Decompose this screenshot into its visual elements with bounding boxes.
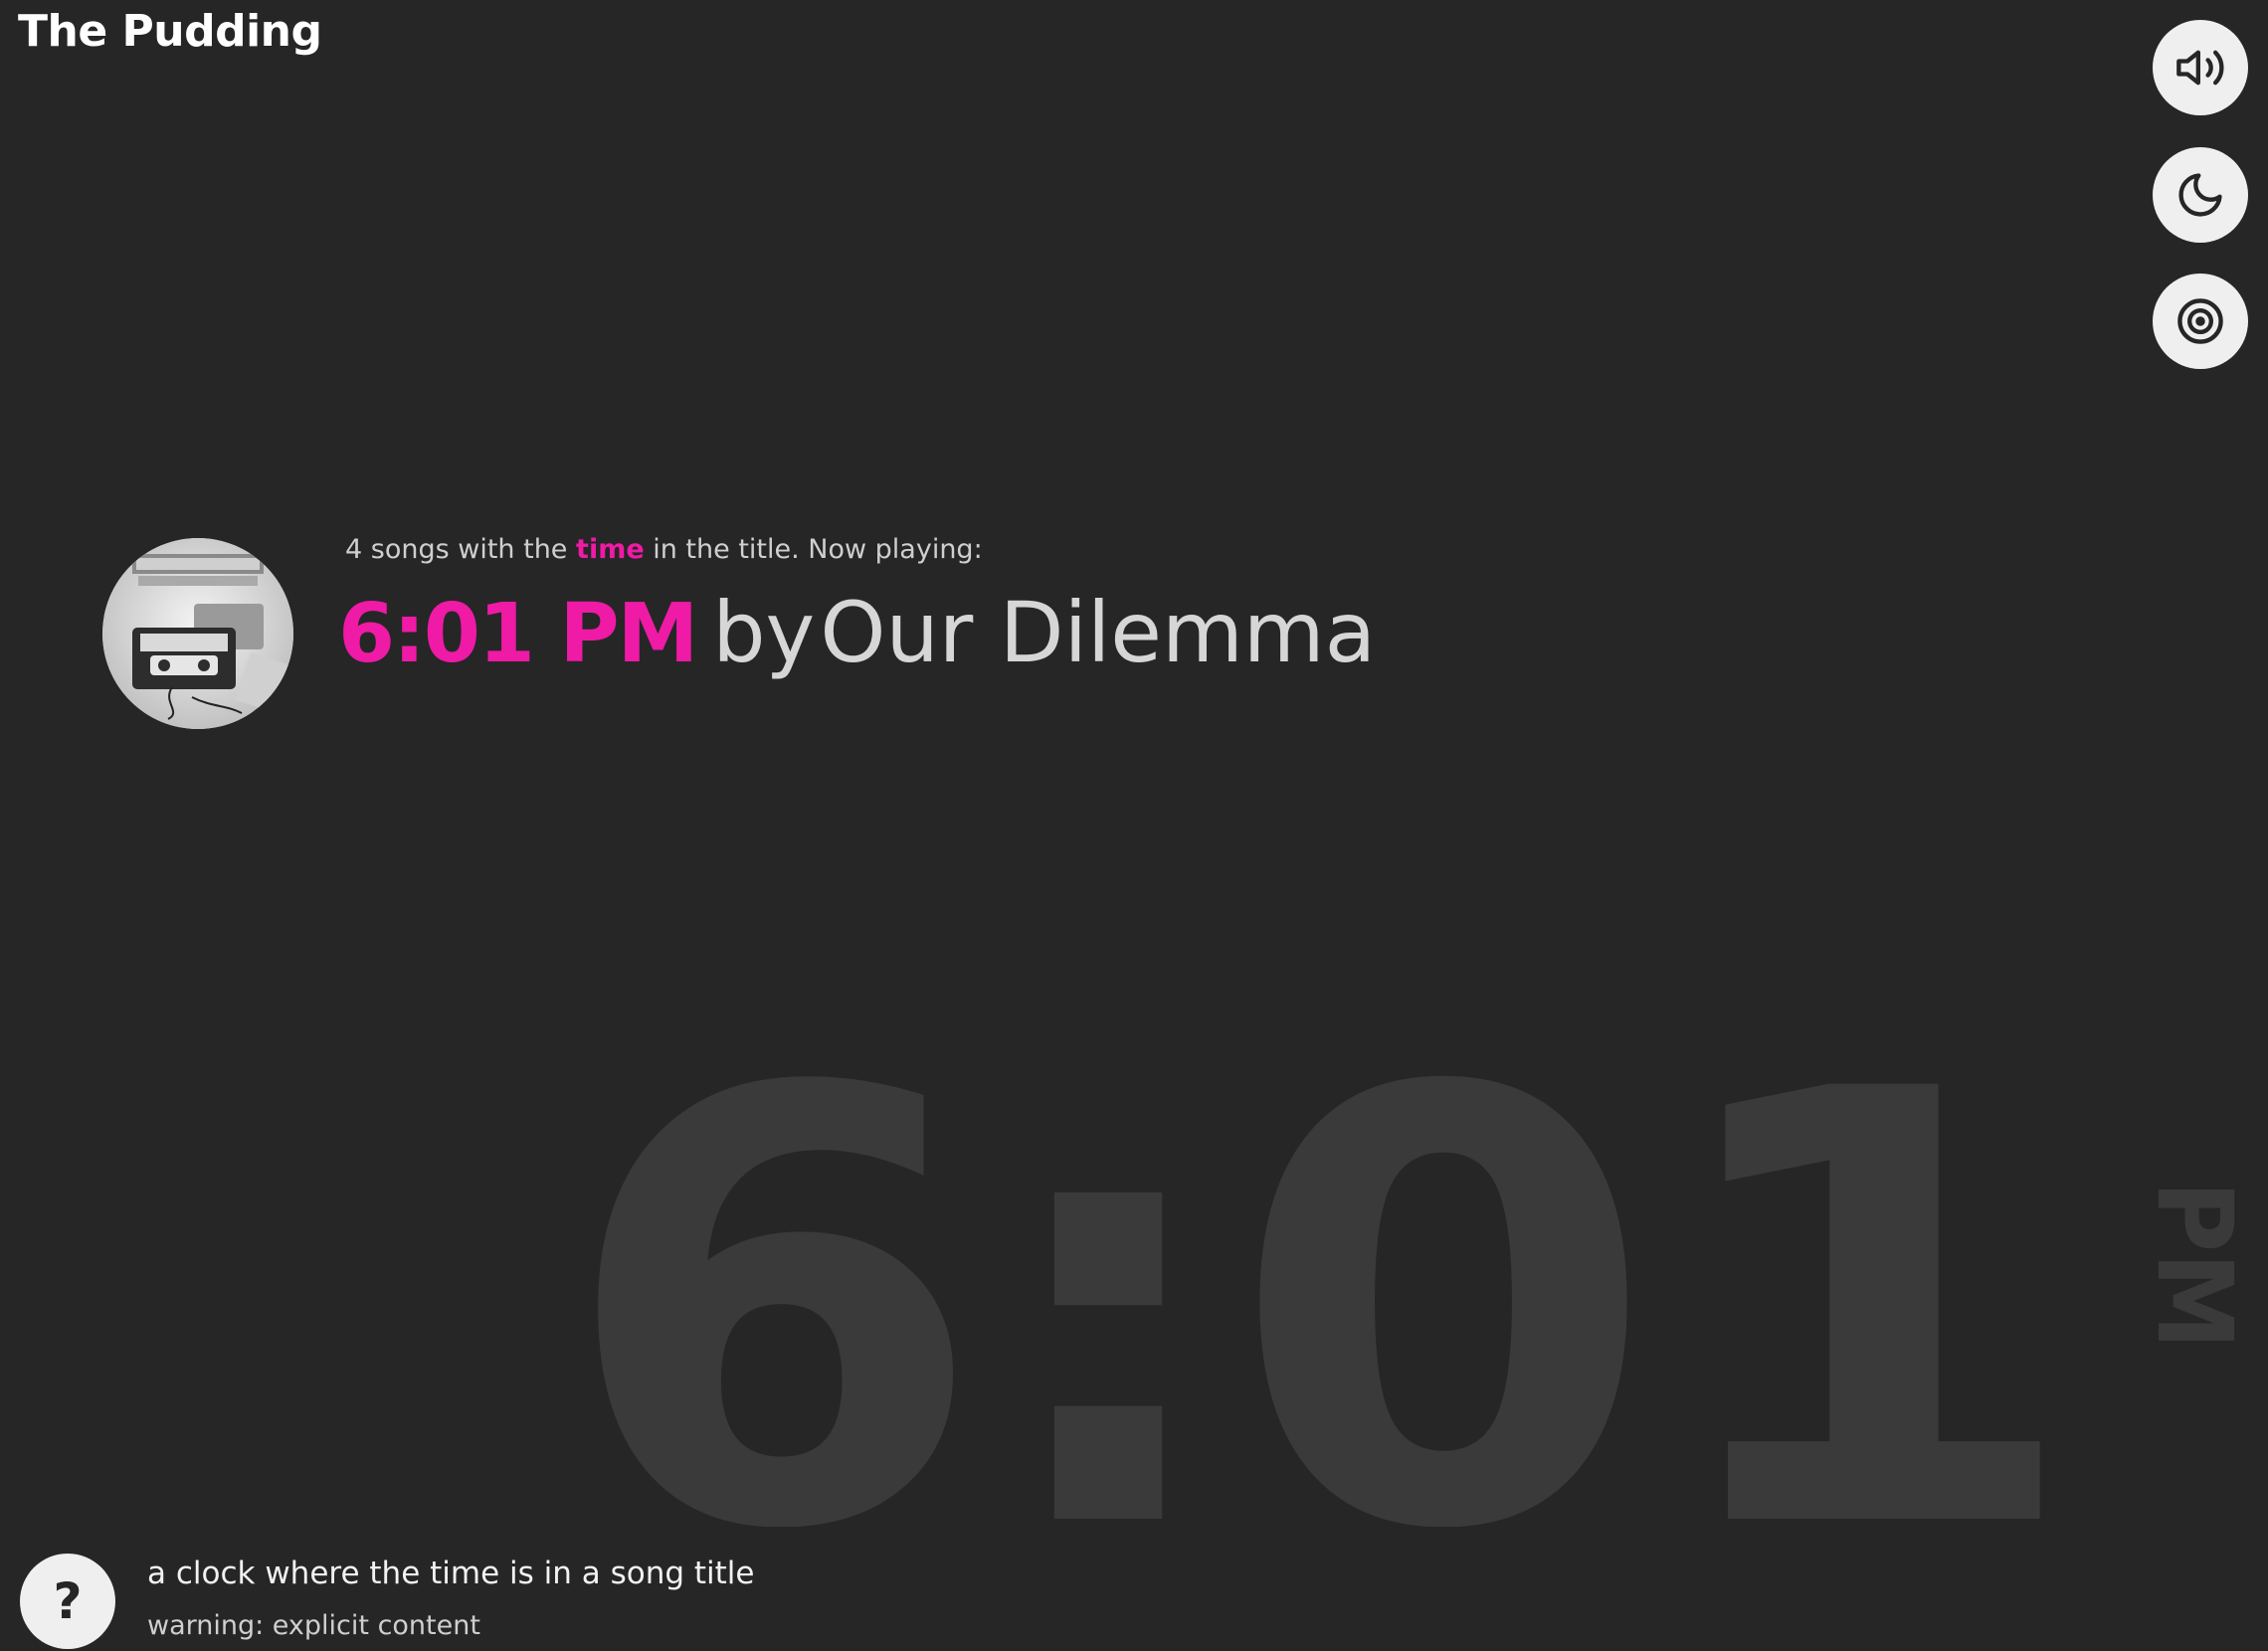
big-clock-time: 6:01 bbox=[560, 1059, 2082, 1527]
intro-highlight: time bbox=[576, 534, 645, 565]
help-button[interactable]: ? bbox=[20, 1554, 115, 1649]
song-by: by bbox=[712, 584, 816, 681]
moon-icon bbox=[2178, 173, 2222, 217]
intro-text: 4 songs with the time in the title. Now … bbox=[345, 534, 983, 565]
pudding-logo[interactable]: The Pudding bbox=[18, 6, 322, 57]
sound-toggle-button[interactable] bbox=[2153, 20, 2248, 115]
question-icon: ? bbox=[53, 1572, 83, 1630]
big-clock-period-text: PM bbox=[2137, 1181, 2252, 1350]
speaker-icon bbox=[2176, 50, 2224, 86]
explicit-warning: warning: explicit content bbox=[147, 1610, 480, 1641]
intro-prefix: 4 songs with the bbox=[345, 534, 568, 565]
vinyl-icon bbox=[2177, 298, 2223, 344]
big-clock-display: 6:01 bbox=[545, 1059, 2097, 1527]
big-clock-period: PM bbox=[2137, 1176, 2252, 1355]
tagline: a clock where the time is in a song titl… bbox=[147, 1556, 755, 1591]
song-title: 6:01 PM bbox=[338, 587, 698, 681]
intro-suffix: in the title. Now playing: bbox=[653, 534, 983, 565]
dark-mode-toggle-button[interactable] bbox=[2153, 147, 2248, 243]
album-art bbox=[102, 538, 293, 729]
clock-page: The Pudding 4 songs with the time in the… bbox=[0, 0, 2268, 1651]
vinyl-toggle-button[interactable] bbox=[2153, 274, 2248, 369]
cassette-cover-image bbox=[102, 538, 293, 729]
song-artist: Our Dilemma bbox=[820, 584, 1377, 681]
now-playing-heading: 6:01 PM by Our Dilemma bbox=[338, 583, 1376, 706]
